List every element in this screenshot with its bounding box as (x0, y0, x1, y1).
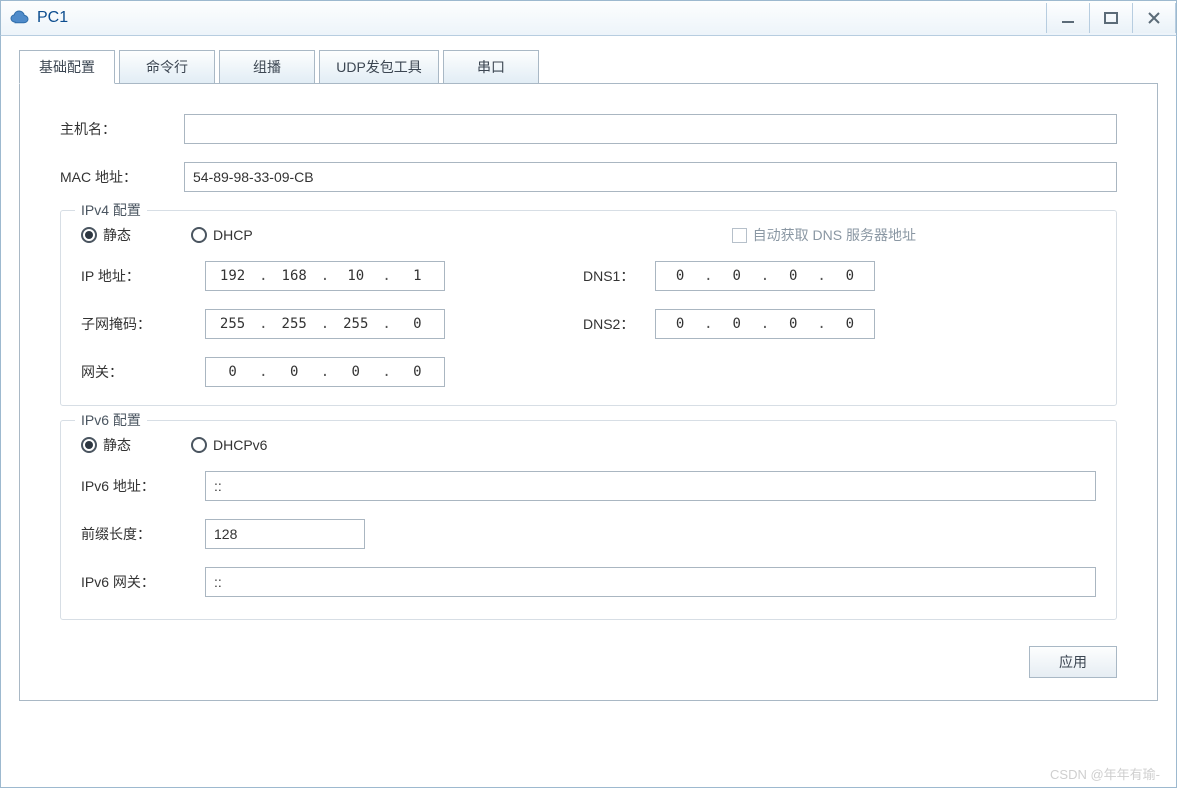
ipv6-address-input[interactable] (205, 471, 1096, 501)
dns2-input[interactable]: 0. 0. 0. 0 (655, 309, 875, 339)
ip-address-label: IP 地址： (81, 266, 205, 286)
checkbox-icon (732, 228, 747, 243)
ipv4-static-label: 静态 (103, 225, 131, 245)
mac-label: MAC 地址： (60, 167, 184, 187)
radio-icon (191, 437, 207, 453)
subnet-mask-input[interactable]: 255. 255. 255. 0 (205, 309, 445, 339)
title-bar: PC1 (0, 0, 1177, 36)
gateway-input[interactable]: 0. 0. 0. 0 (205, 357, 445, 387)
ipv6-prefix-label: 前缀长度： (81, 524, 205, 544)
close-button[interactable] (1132, 3, 1176, 33)
ipv6-prefix-input[interactable] (205, 519, 365, 549)
tab-udp-tool[interactable]: UDP发包工具 (319, 50, 439, 84)
tab-multicast[interactable]: 组播 (219, 50, 315, 84)
tab-serial[interactable]: 串口 (443, 50, 539, 84)
watermark-text: CSDN @年年有瑜- (1050, 764, 1160, 783)
gateway-label: 网关： (81, 362, 205, 382)
ip-address-input[interactable]: 192. 168. 10. 1 (205, 261, 445, 291)
ipv6-dhcpv6-radio[interactable]: DHCPv6 (191, 437, 267, 453)
radio-icon (191, 227, 207, 243)
window-title: PC1 (37, 9, 68, 27)
ipv4-group: IPv4 配置 静态 DHCP 自动获取 DNS 服务器地址 IP 地址： (60, 210, 1117, 406)
ipv4-static-radio[interactable]: 静态 (81, 225, 131, 245)
ipv6-static-radio[interactable]: 静态 (81, 435, 131, 455)
app-cloud-icon (9, 9, 31, 27)
dns2-label: DNS2： (575, 314, 655, 334)
ipv6-gateway-label: IPv6 网关： (81, 572, 205, 592)
dns1-label: DNS1： (575, 266, 655, 286)
radio-icon (81, 437, 97, 453)
hostname-label: 主机名： (60, 119, 184, 139)
ipv6-static-label: 静态 (103, 435, 131, 455)
ipv6-dhcpv6-label: DHCPv6 (213, 437, 267, 453)
ipv6-gateway-input[interactable] (205, 567, 1096, 597)
ipv6-legend: IPv6 配置 (75, 410, 147, 430)
minimize-button[interactable] (1046, 3, 1090, 33)
tab-cmd[interactable]: 命令行 (119, 50, 215, 84)
auto-dns-checkbox[interactable]: 自动获取 DNS 服务器地址 (732, 225, 1096, 245)
window-frame: 基础配置 命令行 组播 UDP发包工具 串口 主机名： MAC 地址： IPv4… (0, 36, 1177, 788)
ipv6-group: IPv6 配置 静态 DHCPv6 IPv6 地址： 前缀长度： (60, 420, 1117, 620)
config-panel: 主机名： MAC 地址： IPv4 配置 静态 DHCP 自动获 (19, 83, 1158, 701)
ipv6-address-label: IPv6 地址： (81, 476, 205, 496)
subnet-mask-label: 子网掩码： (81, 314, 205, 334)
radio-icon (81, 227, 97, 243)
tab-basic-config[interactable]: 基础配置 (19, 50, 115, 84)
dns1-input[interactable]: 0. 0. 0. 0 (655, 261, 875, 291)
auto-dns-label: 自动获取 DNS 服务器地址 (753, 225, 916, 245)
ipv4-dhcp-label: DHCP (213, 227, 253, 243)
tab-bar: 基础配置 命令行 组播 UDP发包工具 串口 (19, 50, 1158, 84)
mac-input[interactable] (184, 162, 1117, 192)
ipv4-dhcp-radio[interactable]: DHCP (191, 227, 253, 243)
ipv4-legend: IPv4 配置 (75, 200, 147, 220)
maximize-button[interactable] (1089, 3, 1133, 33)
hostname-input[interactable] (184, 114, 1117, 144)
apply-button[interactable]: 应用 (1029, 646, 1117, 678)
